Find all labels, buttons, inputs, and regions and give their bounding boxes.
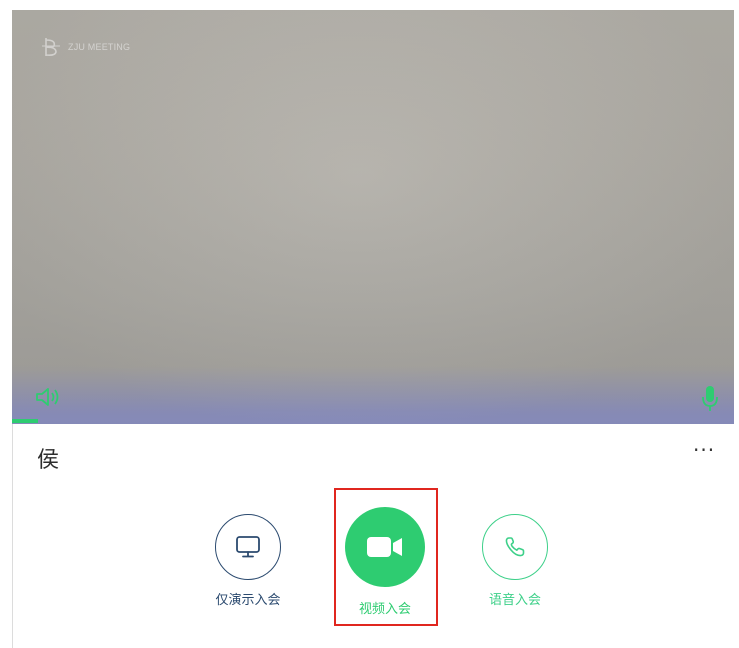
microphone-icon[interactable] — [700, 384, 720, 418]
zju-logo-icon — [42, 38, 60, 56]
more-options-button[interactable]: ··· — [693, 440, 715, 460]
join-screen-only-button[interactable]: 仅演示入会 — [203, 514, 293, 608]
phone-icon — [505, 537, 525, 557]
highlight-box — [334, 488, 438, 626]
speaker-icon[interactable] — [34, 387, 62, 411]
user-name: 侯 — [37, 448, 60, 473]
zju-meeting-logo: ZJU MEETING — [40, 36, 130, 58]
logo-text: ZJU MEETING — [68, 42, 131, 52]
join-screen-only-label: 仅演示入会 — [215, 593, 281, 608]
camera-preview: ZJU MEETING — [12, 10, 734, 424]
join-voice-label: 语音入会 — [488, 593, 541, 608]
join-voice-button[interactable]: 语音入会 — [470, 514, 560, 608]
join-voice-circle[interactable] — [482, 514, 548, 580]
join-screen-only-circle[interactable] — [215, 514, 281, 580]
monitor-icon — [236, 536, 260, 558]
audio-level-indicator — [12, 419, 38, 423]
